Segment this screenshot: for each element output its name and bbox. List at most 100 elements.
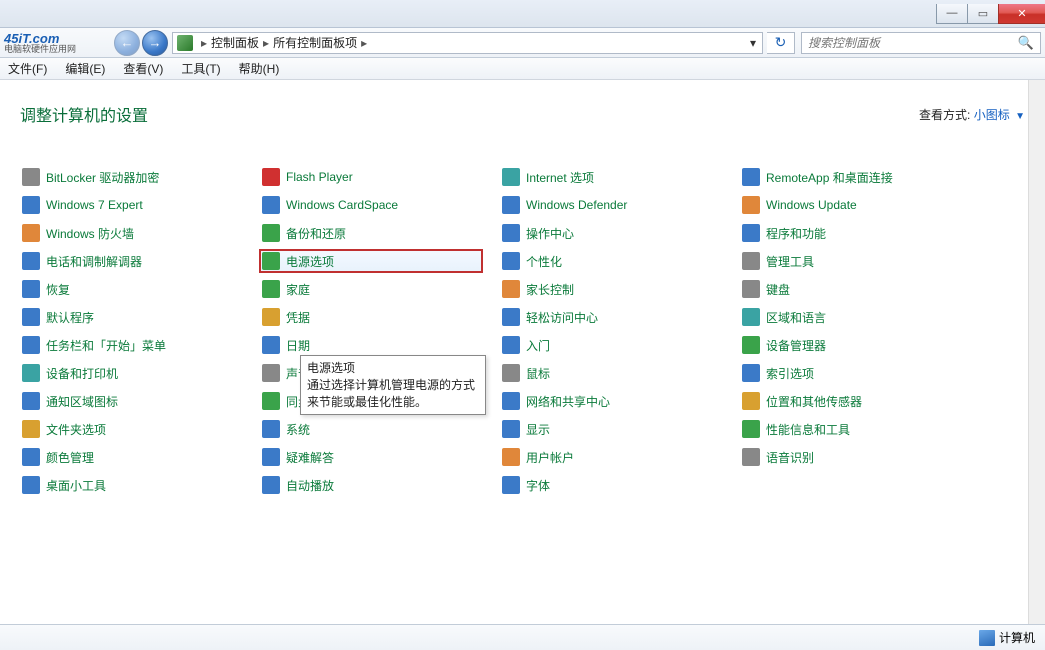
item-icon [262,392,280,410]
control-panel-item[interactable]: 家长控制 [500,278,740,300]
item-icon [262,196,280,214]
control-panel-item[interactable]: Windows 防火墙 [20,222,260,244]
breadcrumb-dropdown-icon[interactable]: ▾ [744,36,762,50]
control-panel-item[interactable]: 显示 [500,418,740,440]
control-panel-item[interactable]: 桌面小工具 [20,474,260,496]
control-panel-item[interactable]: 通知区域图标 [20,390,260,412]
item-icon [502,224,520,242]
control-panel-item[interactable]: 备份和还原 [260,222,500,244]
item-label: 疑难解答 [286,449,334,466]
item-icon [742,308,760,326]
breadcrumb-part2[interactable]: 所有控制面板项 [273,34,357,51]
search-box[interactable]: 🔍 [801,32,1041,54]
logo-sub: 电脑软硬件应用网 [4,45,76,54]
control-panel-item[interactable]: 轻松访问中心 [500,306,740,328]
menu-tools[interactable]: 工具(T) [181,60,220,77]
item-label: 备份和还原 [286,225,346,242]
item-icon [742,280,760,298]
item-icon [262,476,280,494]
control-panel-item[interactable]: 网络和共享中心 [500,390,740,412]
control-panel-item[interactable]: 任务栏和「开始」菜单 [20,334,260,356]
tooltip-title: 电源选项 [307,360,479,377]
control-panel-item[interactable]: 鼠标 [500,362,740,384]
address-breadcrumb[interactable]: ▸ 控制面板 ▸ 所有控制面板项 ▸ ▾ [172,32,763,54]
control-panel-item[interactable]: Windows CardSpace [260,194,500,216]
site-logo: 45iT.com 电脑软硬件应用网 [4,29,112,57]
control-panel-item[interactable]: 恢复 [20,278,260,300]
item-label: 用户帐户 [526,449,574,466]
menu-file[interactable]: 文件(F) [8,60,47,77]
item-label: 入门 [526,337,550,354]
control-panel-item[interactable]: 文件夹选项 [20,418,260,440]
control-panel-item[interactable]: 设备管理器 [740,334,980,356]
item-icon [742,420,760,438]
item-icon [502,308,520,326]
control-panel-item[interactable]: 管理工具 [740,250,980,272]
page-heading: 调整计算机的设置 [20,102,148,126]
control-panel-item[interactable]: 电话和调制解调器 [20,250,260,272]
control-panel-item[interactable]: 日期 [260,334,500,356]
control-panel-item[interactable]: 颜色管理 [20,446,260,468]
scrollbar[interactable] [1028,80,1045,624]
control-panel-item[interactable]: Windows 7 Expert [20,194,260,216]
control-panel-item[interactable]: 电源选项 [260,250,482,272]
item-label: 默认程序 [46,309,94,326]
control-panel-item[interactable]: 用户帐户 [500,446,740,468]
status-label: 计算机 [999,629,1035,646]
control-panel-item[interactable]: 入门 [500,334,740,356]
control-panel-item[interactable]: 索引选项 [740,362,980,384]
menu-edit[interactable]: 编辑(E) [65,60,105,77]
control-panel-icon [177,35,193,51]
item-icon [502,364,520,382]
control-panel-item[interactable]: Windows Defender [500,194,740,216]
content-area: 调整计算机的设置 查看方式: 小图标 ▼ BitLocker 驱动器加密Flas… [0,80,1045,622]
control-panel-item[interactable]: 区域和语言 [740,306,980,328]
item-icon [262,364,280,382]
minimize-button[interactable]: — [936,4,968,24]
control-panel-item[interactable]: 程序和功能 [740,222,980,244]
control-panel-item[interactable]: 语音识别 [740,446,980,468]
close-button[interactable]: ✕ [998,4,1045,24]
control-panel-item[interactable]: 默认程序 [20,306,260,328]
item-label: 家长控制 [526,281,574,298]
view-mode: 查看方式: 小图标 ▼ [919,106,1025,123]
control-panel-item[interactable]: 性能信息和工具 [740,418,980,440]
control-panel-item[interactable]: 凭据 [260,306,500,328]
item-icon [742,448,760,466]
menu-view[interactable]: 查看(V) [123,60,163,77]
search-input[interactable] [808,36,1018,50]
control-panel-item[interactable]: Windows Update [740,194,980,216]
item-icon [502,392,520,410]
forward-button[interactable]: → [142,30,168,56]
view-mode-value[interactable]: 小图标 [974,108,1010,122]
control-panel-item[interactable]: 个性化 [500,250,740,272]
menu-help[interactable]: 帮助(H) [239,60,280,77]
control-panel-item[interactable]: Flash Player [260,166,500,188]
refresh-button[interactable]: ↻ [767,32,795,54]
control-panel-item[interactable]: 自动播放 [260,474,500,496]
control-panel-item[interactable]: 家庭 [260,278,500,300]
maximize-button[interactable]: ▭ [967,4,999,24]
control-panel-item[interactable]: Internet 选项 [500,166,740,188]
control-panel-item[interactable]: 字体 [500,474,740,496]
chevron-down-icon[interactable]: ▼ [1015,111,1025,122]
window-controls: — ▭ ✕ [936,4,1045,24]
item-label: 任务栏和「开始」菜单 [46,337,166,354]
breadcrumb-sep-icon: ▸ [201,36,207,50]
item-label: 个性化 [526,253,562,270]
item-icon [22,448,40,466]
breadcrumb-part1[interactable]: 控制面板 [211,34,259,51]
control-panel-item[interactable]: 位置和其他传感器 [740,390,980,412]
item-icon [742,168,760,186]
logo-main: 45iT.com [4,32,59,45]
back-button[interactable]: ← [114,30,140,56]
control-panel-item[interactable]: 系统 [260,418,500,440]
control-panel-item[interactable]: RemoteApp 和桌面连接 [740,166,980,188]
control-panel-item[interactable]: 操作中心 [500,222,740,244]
item-label: Windows 防火墙 [46,225,134,242]
control-panel-item[interactable]: 疑难解答 [260,446,500,468]
item-label: 语音识别 [766,449,814,466]
control-panel-item[interactable]: 设备和打印机 [20,362,260,384]
control-panel-item[interactable]: 键盘 [740,278,980,300]
control-panel-item[interactable]: BitLocker 驱动器加密 [20,166,260,188]
